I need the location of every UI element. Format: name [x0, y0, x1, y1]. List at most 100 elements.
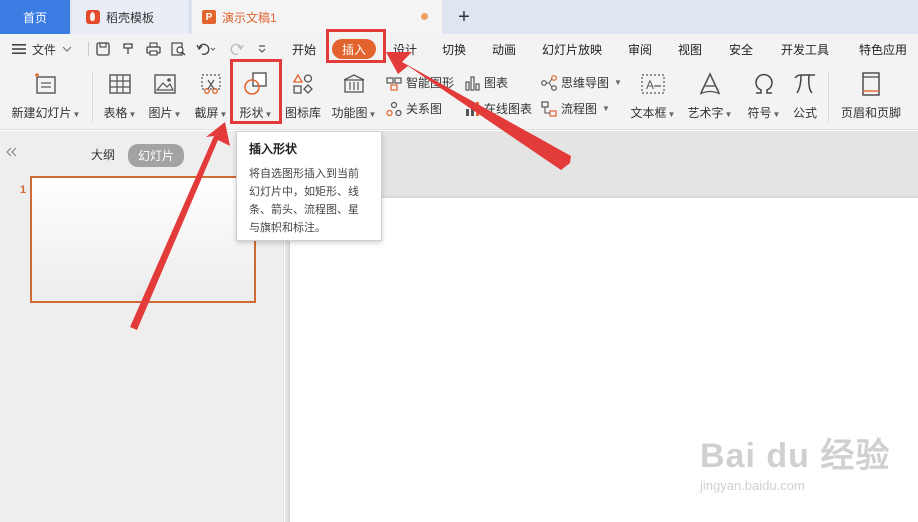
- chart-icon: [465, 75, 480, 91]
- flowchart-button[interactable]: 流程图 ▼: [541, 100, 610, 117]
- dropdown-arrow-icon: [258, 45, 266, 53]
- divider: [88, 42, 89, 56]
- header-footer-button[interactable]: 页眉和页脚: [836, 64, 906, 121]
- tab-animation[interactable]: 动画: [492, 34, 516, 64]
- online-chart-button[interactable]: 在线图表: [464, 100, 532, 117]
- print-preview-icon: [171, 42, 186, 56]
- tab-review[interactable]: 审阅: [628, 34, 652, 64]
- screenshot-button[interactable]: 截屏▼: [190, 64, 232, 121]
- double-chevron-left-icon: [6, 147, 17, 157]
- new-slide-icon: [33, 70, 59, 98]
- new-tab-button[interactable]: +: [452, 0, 476, 34]
- textbox-icon: A: [640, 70, 666, 98]
- icon-library-icon: [291, 70, 315, 98]
- docer-logo-icon: [86, 10, 100, 24]
- online-chart-icon: [466, 101, 479, 116]
- flowchart-icon: [541, 100, 557, 117]
- format-painter-button[interactable]: [121, 34, 135, 64]
- function-chart-button[interactable]: 功能图▼: [329, 64, 379, 121]
- tab-template[interactable]: 稻壳模板: [72, 0, 190, 34]
- shape-tooltip: 插入形状 将自选图形插入到当前幻灯片中，如矩形、线条、箭头、流程图、星与旗帜和标…: [236, 131, 382, 241]
- function-chart-icon: [341, 70, 367, 98]
- tab-template-label: 稻壳模板: [106, 10, 155, 25]
- tab-document-label: 演示文稿1: [222, 10, 277, 25]
- formula-button[interactable]: 公式: [788, 64, 822, 121]
- tooltip-body: 将自选图形插入到当前幻灯片中，如矩形、线条、箭头、流程图、星与旗帜和标注。: [249, 168, 359, 234]
- table-label: 表格: [103, 106, 128, 120]
- wordart-icon: [697, 70, 723, 98]
- slide-number: 1: [20, 184, 27, 196]
- pi-icon: [792, 70, 818, 98]
- slide-thumbnail[interactable]: [30, 176, 256, 303]
- screenshot-icon: [199, 70, 223, 98]
- mind-map-button[interactable]: 思维导图 ▼: [541, 74, 622, 91]
- textbox-label: 文本框: [630, 106, 667, 120]
- smart-graphic-button[interactable]: 智能图形: [386, 74, 454, 91]
- divider: [828, 72, 829, 122]
- print-preview-button[interactable]: [171, 34, 186, 64]
- header-footer-icon: [859, 70, 883, 98]
- tab-view[interactable]: 视图: [678, 34, 702, 64]
- tab-security[interactable]: 安全: [729, 34, 753, 64]
- wordart-button[interactable]: 艺术字▼: [684, 64, 736, 121]
- online-chart-label: 在线图表: [484, 102, 533, 116]
- tab-home-label: 首页: [22, 10, 47, 25]
- mind-map-label: 思维导图: [561, 76, 610, 90]
- mind-map-icon: [541, 74, 557, 91]
- undo-icon: [196, 43, 216, 55]
- function-chart-label: 功能图: [331, 106, 368, 120]
- chart-label: 图表: [484, 76, 509, 90]
- hamburger-icon: [12, 44, 26, 54]
- tab-developer[interactable]: 开发工具: [781, 34, 829, 64]
- menu-bar: 文件 开始 插入 设计 切换 动画 幻灯片放映 审阅 视图 安全 开发工具 特色…: [0, 34, 918, 64]
- shape-button-highlight: [230, 59, 282, 124]
- divider: [92, 72, 93, 122]
- outline-tab[interactable]: 大纲: [91, 146, 115, 163]
- table-button[interactable]: 表格▼: [100, 64, 140, 121]
- slides-tab[interactable]: 幻灯片: [128, 144, 185, 167]
- picture-button[interactable]: 图片▼: [144, 64, 186, 121]
- textbox-button[interactable]: A 文本框▼: [628, 64, 678, 121]
- watermark-brand: Bai du 经验: [700, 437, 891, 475]
- unsaved-indicator-icon: [421, 13, 428, 20]
- tab-design[interactable]: 设计: [393, 34, 417, 64]
- tooltip-title: 插入形状: [249, 142, 298, 156]
- plus-icon: +: [458, 5, 470, 28]
- new-slide-button[interactable]: 新建幻灯片▼: [10, 64, 82, 121]
- chevron-down-icon: [62, 46, 72, 52]
- smart-graphic-icon: [386, 76, 402, 91]
- chart-button[interactable]: 图表: [464, 74, 508, 91]
- undo-button[interactable]: [196, 34, 216, 64]
- picture-label: 图片: [148, 106, 173, 120]
- icon-library-label: 图标库: [284, 106, 321, 120]
- icon-library-button[interactable]: 图标库: [283, 64, 323, 121]
- tab-slideshow[interactable]: 幻灯片放映: [542, 34, 602, 64]
- wordart-label: 艺术字: [687, 106, 724, 120]
- file-menu-label: 文件: [32, 42, 57, 57]
- formula-label: 公式: [792, 106, 817, 120]
- insert-ribbon: 新建幻灯片▼ 表格▼ 图片▼ 截屏▼ 形状▼ 图标库 功能图▼ 智能图形 关系图…: [0, 64, 918, 130]
- smart-graphic-label: 智能图形: [406, 76, 455, 90]
- tab-features[interactable]: 特色应用: [859, 34, 907, 64]
- window-tab-bar: 首页 稻壳模板 P 演示文稿1 +: [0, 0, 918, 34]
- relation-chart-label: 关系图: [406, 102, 443, 116]
- format-painter-icon: [123, 43, 133, 54]
- picture-icon: [153, 70, 177, 98]
- redo-icon: [230, 43, 244, 55]
- insert-tab-highlight: [326, 29, 386, 63]
- save-icon: [96, 42, 110, 56]
- tab-home[interactable]: 首页: [0, 0, 70, 34]
- symbol-button[interactable]: 符号▼: [744, 64, 784, 121]
- print-icon: [146, 42, 161, 56]
- file-menu-button[interactable]: 文件: [12, 34, 72, 64]
- save-button[interactable]: [96, 34, 110, 64]
- svg-text:A: A: [646, 78, 654, 92]
- tab-transition[interactable]: 切换: [442, 34, 466, 64]
- baidu-watermark: Bai du 经验 jingyan.baidu.com: [700, 428, 891, 493]
- collapse-panel-button[interactable]: [6, 145, 18, 160]
- tab-start[interactable]: 开始: [292, 34, 316, 64]
- header-footer-label: 页眉和页脚: [840, 106, 901, 120]
- relation-chart-button[interactable]: 关系图: [386, 100, 442, 117]
- print-button[interactable]: [146, 34, 161, 64]
- tab-document[interactable]: P 演示文稿1: [192, 0, 442, 34]
